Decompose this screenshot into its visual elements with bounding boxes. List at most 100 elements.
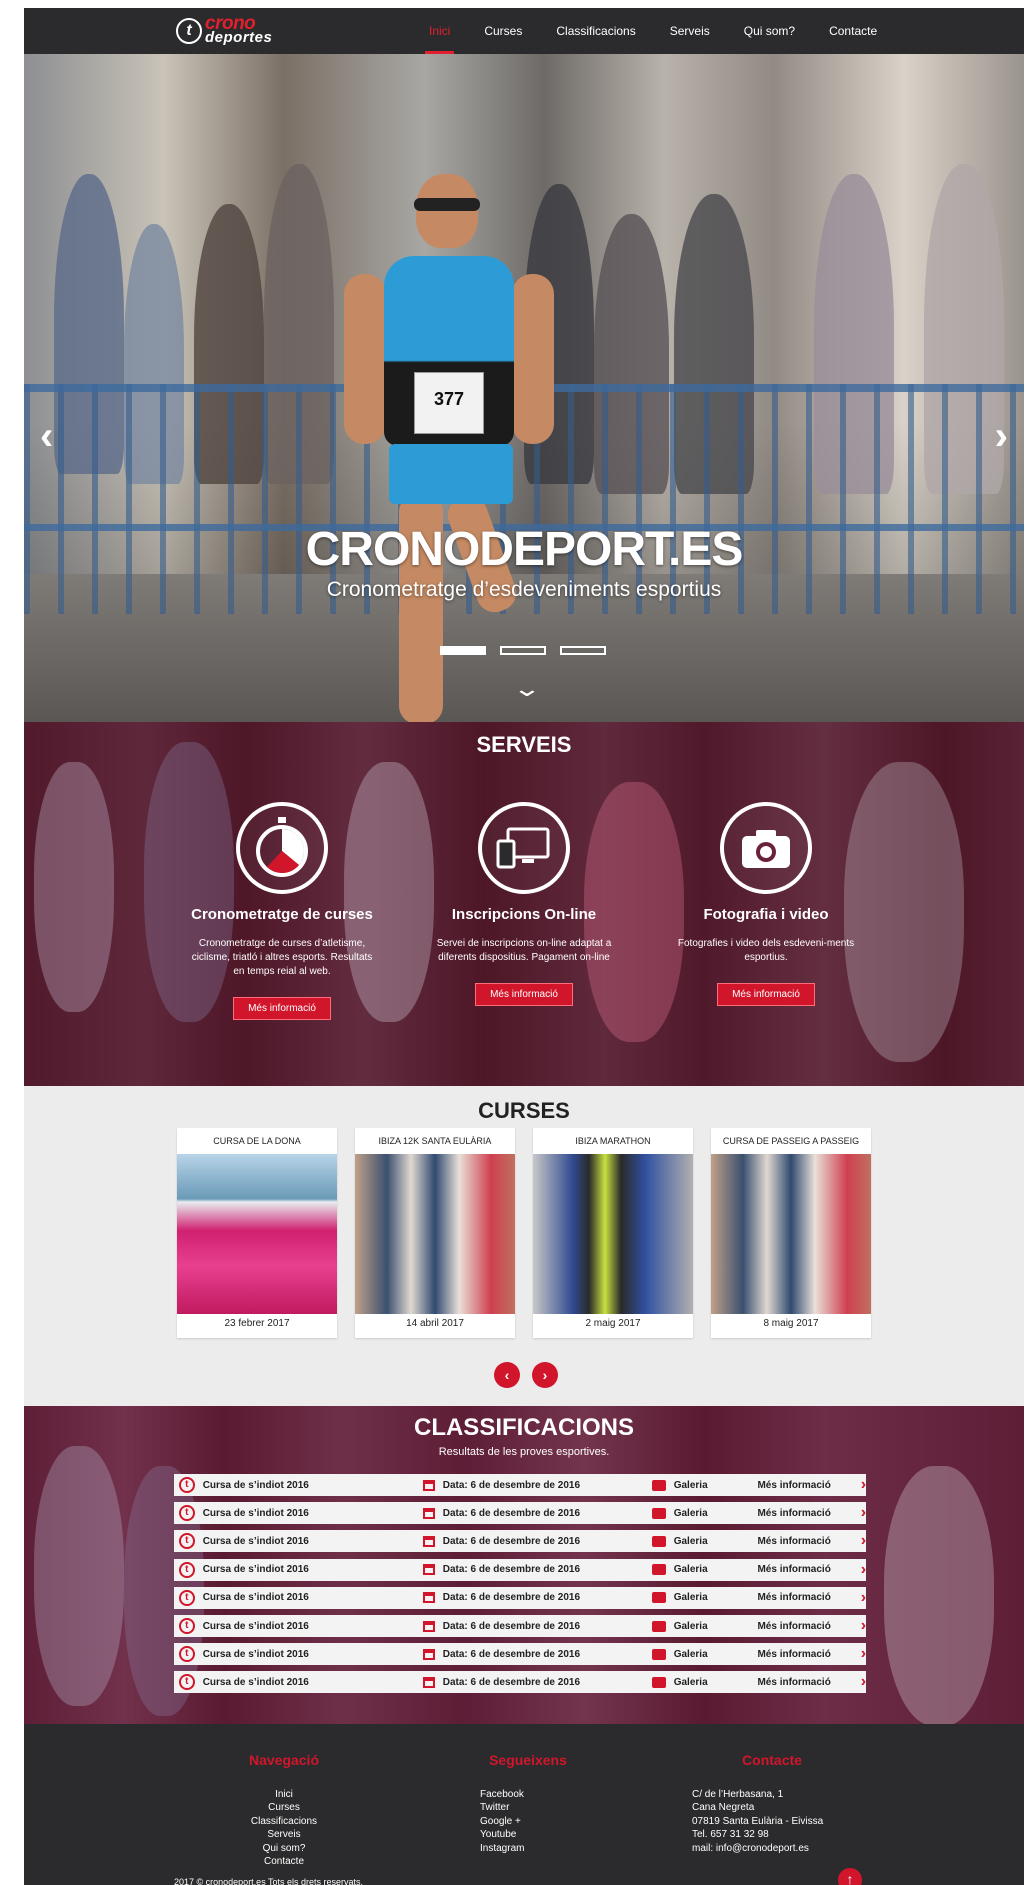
- sunglasses: [414, 198, 480, 211]
- contact-email[interactable]: mail: info@cronodeport.es: [692, 1842, 852, 1856]
- mes-informacio-link[interactable]: Més informació: [757, 1508, 860, 1519]
- camera-icon: [652, 1620, 666, 1632]
- chevron-right-icon[interactable]: ›: [532, 1362, 558, 1388]
- chevron-right-icon[interactable]: ›: [995, 414, 1008, 459]
- footer-link-classificacions[interactable]: Classificacions: [224, 1815, 344, 1829]
- footer-link-youtube[interactable]: Youtube: [468, 1828, 588, 1842]
- gallery-link[interactable]: Galeria: [674, 1592, 758, 1603]
- chevron-right-icon[interactable]: ›: [861, 1504, 866, 1522]
- chevron-left-icon[interactable]: ‹: [40, 414, 53, 459]
- chevron-right-icon[interactable]: ›: [861, 1532, 866, 1550]
- gallery-link[interactable]: Galeria: [674, 1677, 758, 1688]
- devices-graphic: [496, 827, 550, 869]
- mes-informacio-button[interactable]: Més informació: [233, 997, 331, 1020]
- result-race-name[interactable]: Cursa de s’indiot 2016: [203, 1564, 417, 1575]
- result-row[interactable]: t Cursa de s’indiot 2016 Data: 6 de desemb…: [174, 1615, 866, 1637]
- chevron-right-icon[interactable]: ›: [861, 1561, 866, 1579]
- footer-link-serveis[interactable]: Serveis: [224, 1828, 344, 1842]
- mes-informacio-link[interactable]: Més informació: [757, 1564, 860, 1575]
- footer-link-facebook[interactable]: Facebook: [468, 1788, 588, 1802]
- gallery-link[interactable]: Galeria: [674, 1564, 758, 1575]
- slider-dot[interactable]: [440, 646, 486, 655]
- race-card[interactable]: IBIZA MARATHON 2 maig 2017: [533, 1128, 693, 1338]
- chevron-right-icon[interactable]: ›: [861, 1645, 866, 1663]
- stopwatch-icon: [236, 802, 328, 894]
- footer-link-qui-som[interactable]: Qui som?: [224, 1842, 344, 1856]
- mes-informacio-link[interactable]: Més informació: [757, 1677, 860, 1688]
- slider-dot[interactable]: [500, 646, 546, 655]
- footer: Navegació Inici Curses Classificacions S…: [24, 1724, 1024, 1885]
- mes-informacio-link[interactable]: Més informació: [757, 1536, 860, 1547]
- logo[interactable]: t crono deportes: [176, 14, 272, 47]
- nav-item-qui-som[interactable]: Qui som?: [744, 8, 795, 54]
- footer-link-inici[interactable]: Inici: [224, 1788, 344, 1802]
- result-date: Data: 6 de desembre de 2016: [442, 1507, 581, 1519]
- chevron-down-icon[interactable]: ⌄: [503, 676, 551, 702]
- mes-informacio-link[interactable]: Més informació: [757, 1480, 860, 1491]
- top-navbar: t crono deportes Inici Curses Classifica…: [24, 8, 1024, 54]
- gallery-link[interactable]: Galeria: [674, 1649, 758, 1660]
- service-description: Fotografies i video dels esdeveni-ments …: [677, 938, 855, 963]
- mes-informacio-link[interactable]: Més informació: [757, 1621, 860, 1632]
- contact-line: C/ de l’Herbasana, 1: [692, 1788, 784, 1800]
- nav-item-serveis[interactable]: Serveis: [670, 8, 710, 54]
- calendar-icon: [422, 1592, 435, 1604]
- arrow-up-icon[interactable]: ↑: [838, 1868, 862, 1885]
- gallery-link[interactable]: Galeria: [674, 1480, 758, 1491]
- result-row[interactable]: t Cursa de s’indiot 2016 Data: 6 de desemb…: [174, 1530, 866, 1553]
- result-race-name[interactable]: Cursa de s’indiot 2016: [203, 1480, 417, 1491]
- result-race-name[interactable]: Cursa de s’indiot 2016: [203, 1621, 417, 1632]
- chevron-right-icon[interactable]: ›: [861, 1673, 866, 1691]
- nav-item-inici[interactable]: Inici: [424, 8, 455, 54]
- result-row[interactable]: t Cursa de s’indiot 2016 Data: 6 de desemb…: [174, 1586, 866, 1609]
- mes-informacio-button[interactable]: Més informació: [717, 983, 815, 1006]
- slider-dots: [440, 646, 620, 655]
- gallery-link[interactable]: Galeria: [674, 1508, 758, 1519]
- slider-dot[interactable]: [560, 646, 606, 655]
- race-logo-icon: t: [179, 1674, 195, 1691]
- chevron-left-icon[interactable]: ‹: [494, 1362, 520, 1388]
- footer-link-twitter[interactable]: Twitter: [468, 1801, 588, 1815]
- race-logo-icon: t: [179, 1618, 195, 1634]
- nav-item-contacte[interactable]: Contacte: [829, 8, 877, 54]
- race-card[interactable]: CURSA DE PASSEIG A PASSEIG 8 maig 2017: [711, 1128, 871, 1338]
- race-card[interactable]: IBIZA 12K SANTA EULÀRIA 14 abril 2017: [355, 1128, 515, 1338]
- footer-link-instagram[interactable]: Instagram: [468, 1842, 588, 1856]
- gallery-link[interactable]: Galeria: [674, 1536, 758, 1547]
- result-race-name[interactable]: Cursa de s’indiot 2016: [203, 1592, 417, 1603]
- result-race-name[interactable]: Cursa de s’indiot 2016: [203, 1677, 417, 1688]
- hero-title: CRONODEPORT.ES: [305, 523, 744, 576]
- chevron-right-icon[interactable]: ›: [861, 1589, 866, 1607]
- race-photo: [533, 1154, 693, 1314]
- chevron-right-icon[interactable]: ›: [861, 1617, 866, 1635]
- bg-figure: [34, 1446, 124, 1706]
- mes-informacio-link[interactable]: Més informació: [757, 1592, 860, 1603]
- chevron-right-icon[interactable]: ›: [861, 1476, 866, 1494]
- result-row[interactable]: t Cursa de s’indiot 2016 Data: 6 de desemb…: [174, 1671, 866, 1694]
- result-row[interactable]: t Cursa de s’indiot 2016 Data: 6 de desemb…: [174, 1643, 866, 1666]
- footer-link-contacte[interactable]: Contacte: [224, 1855, 344, 1869]
- camera-icon: [720, 802, 812, 894]
- contact-line: 07819 Santa Eulària - Eivissa: [692, 1815, 824, 1827]
- footer-link-curses[interactable]: Curses: [224, 1801, 344, 1815]
- devices-icon: [478, 802, 570, 894]
- result-date: Data: 6 de desembre de 2016: [442, 1564, 581, 1576]
- footer-link-google[interactable]: Google +: [468, 1815, 588, 1829]
- result-date: Data: 6 de desembre de 2016: [442, 1676, 581, 1688]
- result-row[interactable]: t Cursa de s’indiot 2016 Data: 6 de desemb…: [174, 1502, 866, 1525]
- gallery-link[interactable]: Galeria: [674, 1621, 758, 1632]
- nav-item-curses[interactable]: Curses: [484, 8, 522, 54]
- race-date: 14 abril 2017: [406, 1318, 464, 1329]
- mes-informacio-link[interactable]: Més informació: [757, 1649, 860, 1660]
- mes-informacio-button[interactable]: Més informació: [475, 983, 573, 1006]
- bg-figure: [884, 1466, 994, 1724]
- race-photo: [355, 1154, 515, 1314]
- result-race-name[interactable]: Cursa de s’indiot 2016: [203, 1649, 417, 1660]
- result-row[interactable]: t Cursa de s’indiot 2016 Data: 6 de desemb…: [174, 1558, 866, 1581]
- result-race-name[interactable]: Cursa de s’indiot 2016: [203, 1536, 417, 1547]
- race-card[interactable]: CURSA DE LA DONA 23 febrer 2017: [177, 1128, 337, 1338]
- nav-item-classificacions[interactable]: Classificacions: [556, 8, 635, 54]
- calendar-icon: [422, 1620, 435, 1632]
- result-race-name[interactable]: Cursa de s’indiot 2016: [203, 1508, 417, 1519]
- result-row[interactable]: t Cursa de s’indiot 2016 Data: 6 de desemb…: [174, 1474, 866, 1496]
